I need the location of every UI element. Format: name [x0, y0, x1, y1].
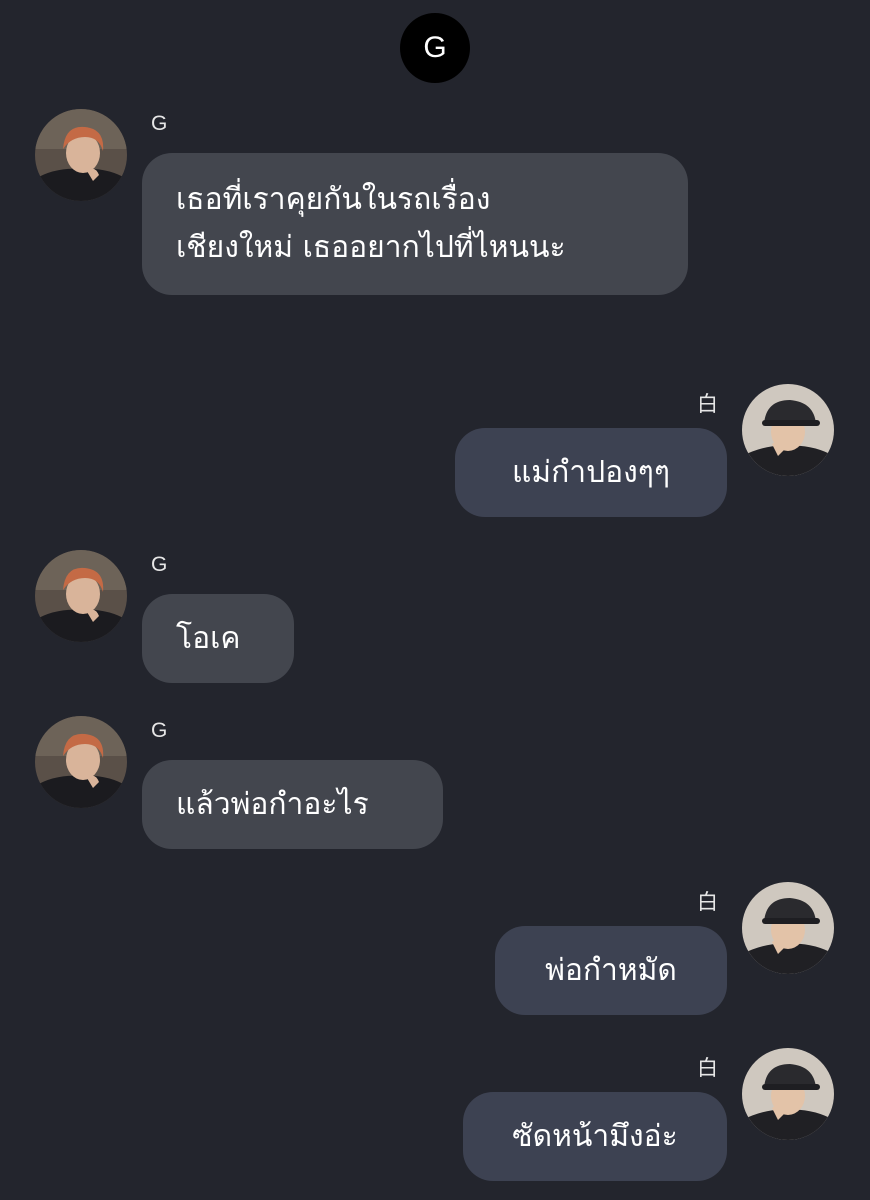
message-bubble-outgoing[interactable]: พ่อกำหมัด	[495, 926, 727, 1015]
message-text: แม่กำปองๆๆ	[511, 455, 671, 490]
avatar-self[interactable]	[742, 384, 834, 476]
sender-name: G	[151, 553, 168, 576]
avatar-self-photo-icon	[742, 882, 834, 974]
avatar-other[interactable]	[35, 109, 127, 201]
message-text-line: เธอที่เราคุยกันในรถเรื่อง	[176, 182, 491, 217]
sender-name: G	[151, 112, 168, 135]
avatar-self[interactable]	[742, 882, 834, 974]
message-bubble-incoming[interactable]: เธอที่เราคุยกันในรถเรื่อง เชียงใหม่ เธออ…	[142, 153, 688, 295]
avatar-other[interactable]	[35, 716, 127, 808]
sender-name: 白	[697, 1057, 718, 1080]
avatar-other[interactable]	[35, 550, 127, 642]
avatar-self[interactable]	[742, 1048, 834, 1140]
sender-name: G	[151, 719, 168, 742]
message-bubble-incoming[interactable]: แล้วพ่อกำอะไร	[142, 760, 443, 849]
group-avatar[interactable]: G	[400, 13, 470, 83]
avatar-self-photo-icon	[742, 1048, 834, 1140]
sender-name: 白	[697, 891, 718, 914]
message-text: ซัดหน้ามึงอ่ะ	[512, 1119, 678, 1154]
avatar-other-photo-icon	[35, 109, 127, 201]
message-text: พ่อกำหมัด	[545, 953, 677, 988]
avatar-other-photo-icon	[35, 716, 127, 808]
sender-name: 白	[697, 393, 718, 416]
message-text: โอเค	[176, 621, 241, 656]
message-bubble-outgoing[interactable]: แม่กำปองๆๆ	[455, 428, 727, 517]
message-bubble-incoming[interactable]: โอเค	[142, 594, 294, 683]
message-text: แล้วพ่อกำอะไร	[176, 787, 369, 822]
message-bubble-outgoing[interactable]: ซัดหน้ามึงอ่ะ	[463, 1092, 727, 1181]
avatar-self-photo-icon	[742, 384, 834, 476]
message-text-line: เชียงใหม่ เธออยากไปที่ไหนนะ	[176, 230, 566, 265]
avatar-other-photo-icon	[35, 550, 127, 642]
